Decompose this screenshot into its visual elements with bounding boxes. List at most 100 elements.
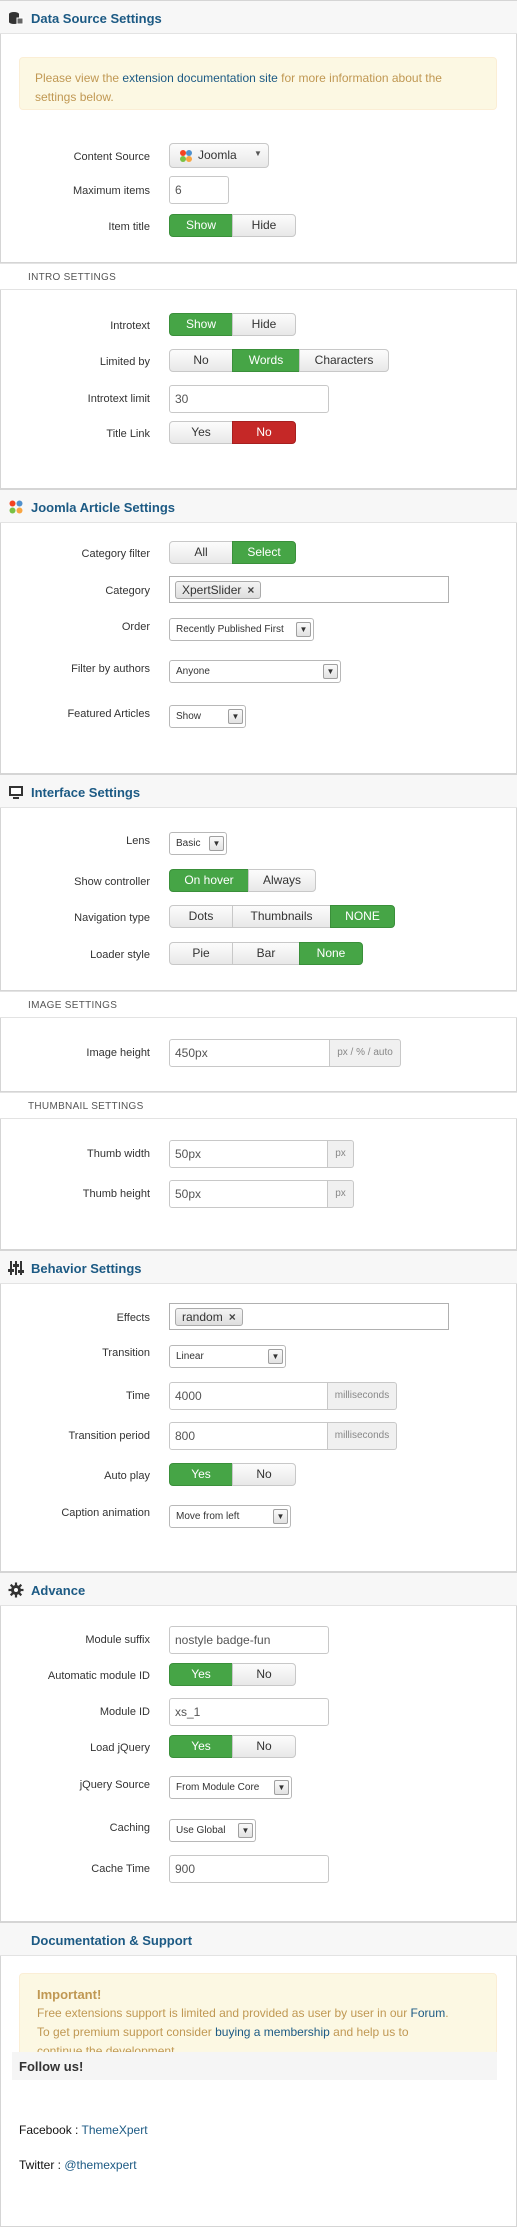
order-label: Order — [121, 621, 150, 633]
item-title-show-button[interactable]: Show — [169, 214, 233, 237]
max-items-input[interactable]: 6 — [169, 176, 229, 204]
introtext-show-button[interactable]: Show — [169, 313, 233, 336]
documentation-notice: Please view the extension documentation … — [19, 57, 497, 110]
image-height-input[interactable]: 450px — [169, 1039, 330, 1067]
thumbnails-button[interactable]: Thumbnails — [232, 905, 331, 928]
transition-value: Linear — [176, 1351, 204, 1362]
caption-animation-select[interactable]: Move from left ▼ — [169, 1505, 291, 1528]
featured-articles-label: Featured Articles — [67, 708, 150, 720]
documentation-link[interactable]: extension documentation site — [122, 71, 277, 85]
data-source-header: Data Source Settings — [0, 0, 517, 34]
introtext-hide-button[interactable]: Hide — [232, 313, 296, 336]
section-title: Behavior Settings — [31, 1261, 142, 1276]
introtext-limit-input[interactable]: 30 — [169, 385, 329, 413]
item-title-label: Item title — [108, 221, 150, 233]
interface-header: Interface Settings — [0, 774, 517, 808]
category-filter-all-button[interactable]: All — [169, 541, 233, 564]
title-link-toggle: Yes No — [169, 421, 296, 444]
item-title-hide-button[interactable]: Hide — [232, 214, 296, 237]
lens-select[interactable]: Basic ▼ — [169, 832, 227, 855]
category-filter-label: Category filter — [81, 548, 150, 560]
sliders-icon — [8, 1261, 24, 1275]
filter-authors-select[interactable]: Anyone ▼ — [169, 660, 341, 683]
filter-authors-label: Filter by authors — [71, 663, 150, 675]
period: . — [445, 2006, 449, 2020]
bar-button[interactable]: Bar — [232, 942, 300, 965]
title-link-yes-button[interactable]: Yes — [169, 421, 233, 444]
introtext-limit-label: Introtext limit — [87, 393, 150, 405]
module-suffix-input[interactable]: nostyle badge-fun — [169, 1626, 329, 1654]
time-input[interactable]: 4000 — [169, 1382, 328, 1410]
category-tag-input[interactable]: XpertSlider × — [169, 576, 449, 603]
effects-tag-input[interactable]: random × — [169, 1303, 449, 1330]
title-link-no-button[interactable]: No — [232, 421, 296, 444]
limited-by-no-button[interactable]: No — [169, 349, 233, 372]
time-label: Time — [125, 1390, 150, 1402]
image-height-unit: px / % / auto — [330, 1039, 401, 1067]
chevron-down-icon: ▼ — [238, 1823, 253, 1838]
content-source-label: Content Source — [73, 151, 150, 163]
limited-by-toggle: No Words Characters — [169, 349, 389, 372]
transition-label: Transition — [102, 1347, 150, 1359]
limited-by-characters-button[interactable]: Characters — [299, 349, 389, 372]
support-notice: Important! Free extensions support is li… — [19, 1973, 497, 2062]
filter-authors-value: Anyone — [176, 666, 210, 677]
auto-play-yes-button[interactable]: Yes — [169, 1463, 233, 1486]
caching-select[interactable]: Use Global ▼ — [169, 1819, 256, 1842]
automatic-module-id-yes-button[interactable]: Yes — [169, 1663, 233, 1686]
facebook-row: Facebook : ThemeXpert — [19, 2123, 148, 2137]
always-button[interactable]: Always — [248, 869, 316, 892]
category-filter-select-button[interactable]: Select — [232, 541, 296, 564]
load-jquery-yes-button[interactable]: Yes — [169, 1735, 233, 1758]
load-jquery-no-button[interactable]: No — [232, 1735, 296, 1758]
max-items-label: Maximum items — [72, 185, 150, 197]
limited-by-words-button[interactable]: Words — [232, 349, 300, 372]
automatic-module-id-label: Automatic module ID — [47, 1670, 150, 1682]
transition-select[interactable]: Linear ▼ — [169, 1345, 286, 1368]
notice-text: for more information about the — [281, 71, 442, 85]
joomla-icon — [180, 150, 192, 162]
thumb-width-unit: px — [328, 1140, 354, 1168]
none-button[interactable]: NONE — [330, 905, 395, 928]
section-title: Data Source Settings — [31, 11, 162, 26]
featured-articles-value: Show — [176, 711, 202, 722]
remove-tag-icon[interactable]: × — [229, 1310, 236, 1324]
order-select[interactable]: Recently Published First ▼ — [169, 618, 314, 641]
follow-us-heading: Follow us! — [19, 2059, 84, 2074]
pie-button[interactable]: Pie — [169, 942, 233, 965]
behavior-header: Behavior Settings — [0, 1250, 517, 1284]
automatic-module-id-no-button[interactable]: No — [232, 1663, 296, 1686]
forum-link[interactable]: Forum — [411, 2006, 446, 2020]
module-id-input[interactable]: xs_1 — [169, 1698, 329, 1726]
facebook-link[interactable]: ThemeXpert — [82, 2123, 148, 2137]
twitter-link[interactable]: @themexpert — [64, 2158, 136, 2172]
subsection-title: THUMBNAIL SETTINGS — [28, 1101, 144, 1112]
notice-text: settings below. — [35, 90, 114, 104]
module-id-label: Module ID — [99, 1706, 150, 1718]
section-title: Advance — [31, 1583, 86, 1598]
lens-label: Lens — [126, 835, 150, 847]
content-source-dropdown[interactable]: Joomla ▼ — [169, 143, 269, 168]
introtext-toggle: Show Hide — [169, 313, 296, 336]
image-settings-subheader: IMAGE SETTINGS — [0, 991, 517, 1018]
dots-button[interactable]: Dots — [169, 905, 233, 928]
transition-period-unit: milliseconds — [328, 1422, 397, 1450]
chevron-down-icon: ▼ — [273, 1509, 288, 1524]
thumb-width-input[interactable]: 50px — [169, 1140, 328, 1168]
loader-none-button[interactable]: None — [299, 942, 363, 965]
on-hover-button[interactable]: On hover — [169, 869, 249, 892]
important-heading: Important! — [37, 1987, 102, 2002]
caption-animation-label: Caption animation — [61, 1507, 150, 1519]
image-height-label: Image height — [86, 1047, 150, 1059]
item-title-toggle: Show Hide — [169, 214, 296, 237]
transition-period-input[interactable]: 800 — [169, 1422, 328, 1450]
featured-articles-select[interactable]: Show ▼ — [169, 705, 246, 728]
cache-time-input[interactable]: 900 — [169, 1855, 329, 1883]
remove-tag-icon[interactable]: × — [247, 583, 254, 597]
membership-link[interactable]: buying a membership — [215, 2025, 330, 2039]
facebook-label: Facebook — [19, 2123, 72, 2137]
auto-play-no-button[interactable]: No — [232, 1463, 296, 1486]
thumb-height-input[interactable]: 50px — [169, 1180, 328, 1208]
jquery-source-select[interactable]: From Module Core ▼ — [169, 1776, 292, 1799]
chevron-down-icon: ▼ — [209, 836, 224, 851]
